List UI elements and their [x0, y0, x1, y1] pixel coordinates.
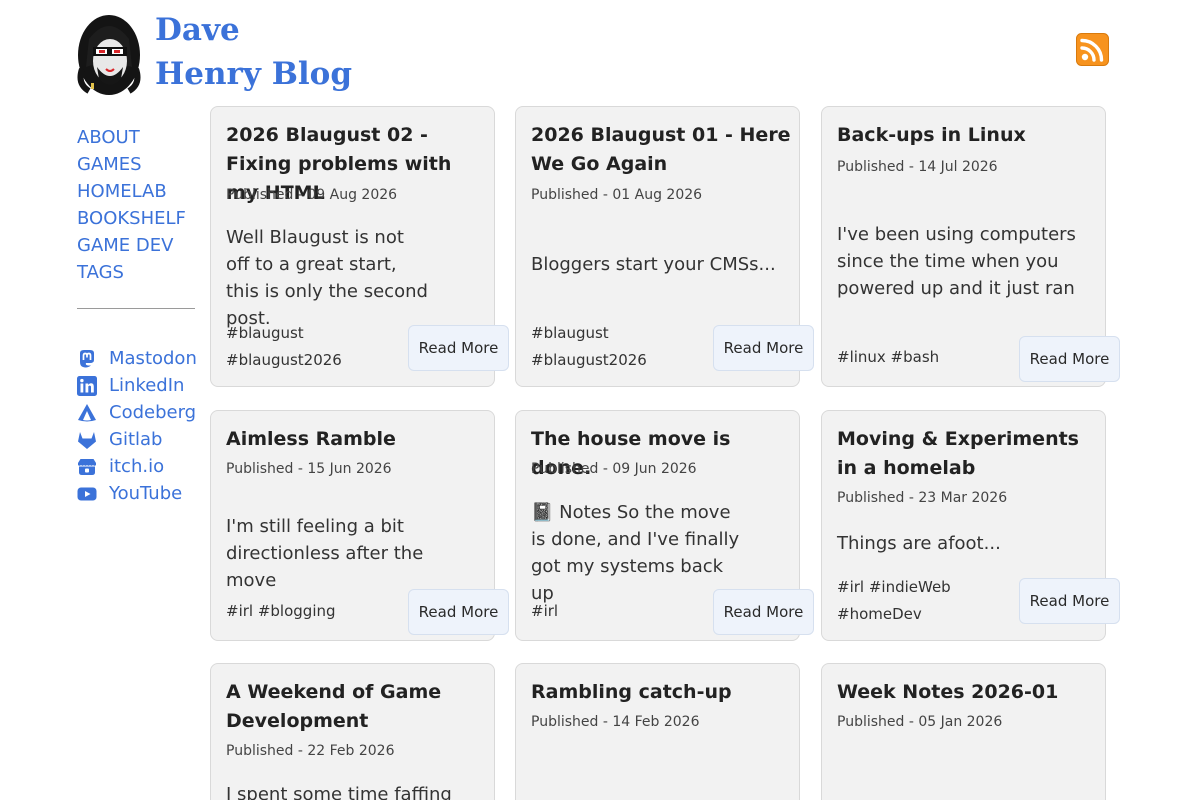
nav-games[interactable]: GAMES — [77, 151, 199, 178]
social-label-itchio: itch.io — [109, 456, 165, 477]
social-label-codeberg: Codeberg — [109, 402, 197, 423]
read-more-button[interactable]: Read More — [713, 589, 814, 635]
post-tags: #blaugust #blaugust2026 — [226, 324, 342, 369]
post-title[interactable]: A Weekend of Game Development — [226, 678, 446, 736]
post-title[interactable]: 2026 Blaugust 01 - Here We Go Again — [531, 121, 793, 179]
read-more-button[interactable]: Read More — [408, 589, 509, 635]
rss-feed-button[interactable] — [1076, 33, 1109, 66]
social-label-gitlab: Gitlab — [109, 429, 163, 450]
social-label-linkedin: LinkedIn — [109, 375, 185, 396]
nav-tags[interactable]: TAGS — [77, 259, 199, 286]
post-excerpt: I'm still feeling a bit directionless af… — [226, 516, 424, 591]
site-title[interactable]: Dave Henry Blog — [155, 8, 355, 96]
rss-icon — [1076, 33, 1109, 66]
post-date: Published - 09 Aug 2026 — [226, 187, 398, 203]
codeberg-icon — [77, 403, 97, 423]
linkedin-icon — [77, 375, 97, 396]
nav-homelab[interactable]: HOMELAB — [77, 178, 199, 205]
gitlab-icon — [77, 430, 97, 450]
post-date: Published - 23 Mar 2026 — [837, 490, 1008, 506]
post-card: Week Notes 2026-01 Published - 05 Jan 20… — [821, 663, 1106, 800]
nav-game-dev[interactable]: GAME DEV — [77, 232, 199, 259]
post-excerpt: Well Blaugust is not off to a great star… — [226, 227, 428, 329]
post-excerpt: 📓 Notes So the move is done, and I've fi… — [531, 502, 740, 604]
social-link-mastodon[interactable]: Mastodon — [77, 345, 199, 372]
sidebar-divider — [77, 308, 195, 309]
site-header: Dave Henry Blog — [0, 0, 1200, 100]
post-date: Published - 14 Feb 2026 — [531, 714, 700, 730]
post-card: Rambling catch-up Published - 14 Feb 202… — [515, 663, 800, 800]
post-date: Published - 15 Jun 2026 — [226, 461, 392, 477]
post-card: Aimless Ramble Published - 15 Jun 2026 I… — [210, 410, 509, 641]
post-tags: #blaugust #blaugust2026 — [531, 324, 647, 369]
post-title[interactable]: Moving & Experiments in a homelab — [837, 425, 1099, 483]
read-more-button[interactable]: Read More — [1019, 336, 1120, 382]
post-title[interactable]: Aimless Ramble — [226, 425, 488, 454]
read-more-button[interactable]: Read More — [713, 325, 814, 371]
page: Dave Henry Blog ABOUT GAMES HOMELAB BOOK… — [0, 0, 1200, 800]
sidebar: ABOUT GAMES HOMELAB BOOKSHELF GAME DEV T… — [77, 124, 199, 507]
post-card: Back-ups in Linux Published - 14 Jul 202… — [821, 106, 1120, 387]
post-title[interactable]: Back-ups in Linux — [837, 121, 1099, 150]
social-label-youtube: YouTube — [109, 483, 183, 504]
social-label-mastodon: Mastodon — [109, 348, 197, 369]
post-excerpt: Bloggers start your CMSs... — [531, 254, 776, 275]
youtube-icon — [77, 484, 97, 504]
post-card: Moving & Experiments in a homelab Publis… — [821, 410, 1120, 641]
post-card: 2026 Blaugust 01 - Here We Go Again Publ… — [515, 106, 814, 387]
read-more-button[interactable]: Read More — [408, 325, 509, 371]
social-link-itchio[interactable]: itch.io — [77, 453, 199, 480]
read-more-button[interactable]: Read More — [1019, 578, 1120, 624]
post-date: Published - 14 Jul 2026 — [837, 159, 998, 175]
post-excerpt: Things are afoot... — [837, 533, 1001, 554]
social-link-linkedin[interactable]: LinkedIn — [77, 372, 199, 399]
nav-bookshelf[interactable]: BOOKSHELF — [77, 205, 199, 232]
itchio-icon — [77, 457, 97, 477]
social-link-youtube[interactable]: YouTube — [77, 480, 199, 507]
post-card: A Weekend of Game Development Published … — [210, 663, 495, 800]
nav-about[interactable]: ABOUT — [77, 124, 199, 151]
post-card: The house move is done. Published - 09 J… — [515, 410, 814, 641]
post-title[interactable]: Rambling catch-up — [531, 678, 793, 707]
post-date: Published - 09 Jun 2026 — [531, 461, 697, 477]
post-title[interactable]: Week Notes 2026-01 — [837, 678, 1099, 707]
post-excerpt: I spent some time faffing — [226, 784, 452, 800]
post-card: 2026 Blaugust 02 - Fixing problems with … — [210, 106, 509, 387]
post-tags: #irl #indieWeb #homeDev — [837, 578, 951, 623]
post-date: Published - 22 Feb 2026 — [226, 743, 395, 759]
social-link-codeberg[interactable]: Codeberg — [77, 399, 199, 426]
post-excerpt: I've been using computers since the time… — [837, 224, 1076, 299]
post-tags: #irl — [531, 602, 559, 620]
post-tags: #linux #bash — [837, 348, 940, 366]
avatar[interactable] — [77, 9, 141, 97]
post-date: Published - 05 Jan 2026 — [837, 714, 1003, 730]
post-date: Published - 01 Aug 2026 — [531, 187, 703, 203]
mastodon-icon — [77, 349, 97, 369]
social-link-gitlab[interactable]: Gitlab — [77, 426, 199, 453]
post-tags: #irl #blogging — [226, 602, 336, 620]
